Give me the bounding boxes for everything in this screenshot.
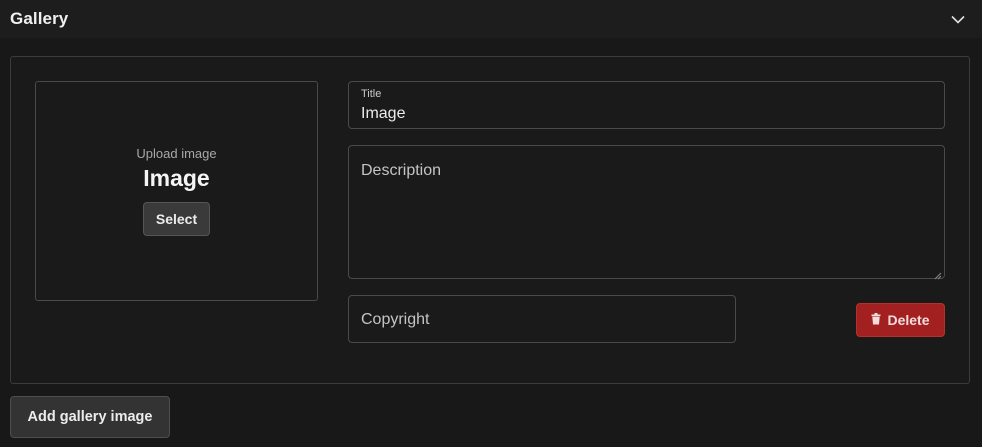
title-field-label: Title [361, 88, 382, 100]
section-title: Gallery [10, 9, 69, 28]
copyright-field[interactable]: Copyright [348, 295, 736, 343]
gallery-section-header[interactable]: Gallery [0, 0, 982, 38]
select-image-button[interactable]: Select [142, 202, 211, 236]
upload-title: Image [143, 165, 210, 191]
description-field[interactable]: Description [348, 145, 945, 280]
trash-icon [871, 312, 881, 328]
gallery-item-card: Upload image Image Select Title Image De… [10, 56, 970, 384]
title-field-value[interactable]: Image [361, 105, 405, 123]
title-field[interactable]: Title Image [348, 81, 945, 129]
chevron-down-icon[interactable] [948, 9, 968, 29]
description-placeholder: Description [361, 162, 442, 179]
resize-handle-icon[interactable] [933, 267, 942, 280]
add-gallery-image-button[interactable]: Add gallery image [10, 396, 170, 438]
delete-button[interactable]: Delete [856, 303, 945, 337]
copyright-placeholder: Copyright [361, 311, 430, 328]
upload-hint: Upload image [136, 146, 217, 161]
image-upload-area[interactable]: Upload image Image Select [35, 81, 318, 301]
delete-label: Delete [887, 312, 930, 328]
